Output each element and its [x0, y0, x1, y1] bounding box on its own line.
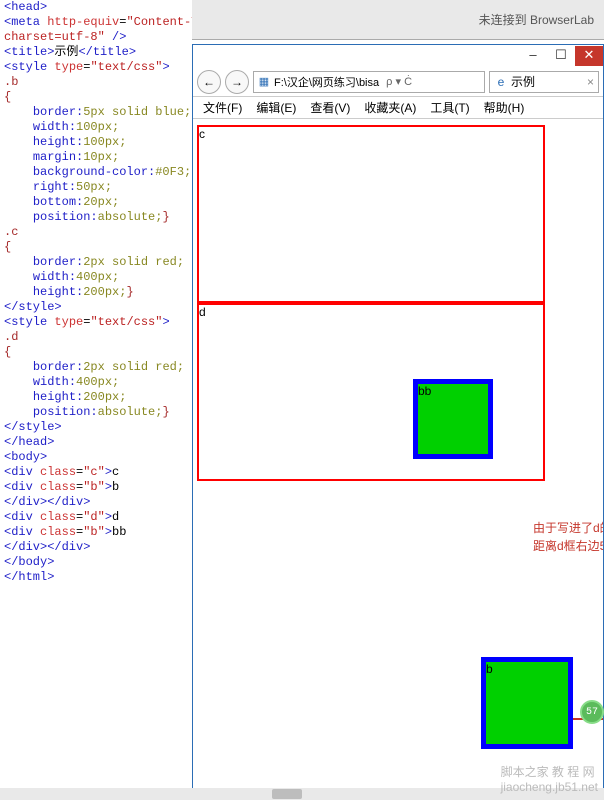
- menu-bar: 文件(F) 编辑(E) 查看(V) 收藏夹(A) 工具(T) 帮助(H): [193, 97, 603, 119]
- maximize-button[interactable]: ☐: [547, 46, 575, 66]
- ie-window: – ☐ ✕ ← → ▦ F:\汉企\网页练习\bisa ρ ▾ Ċ e: [192, 44, 604, 800]
- box-b-label: b: [486, 662, 493, 676]
- menu-favorites[interactable]: 收藏夹(A): [364, 99, 416, 116]
- page-preview: c d bb 由于写进了d的分层里面，所以距离d框右边50像素，距离下框20像素: [193, 119, 603, 799]
- scroll-thumb[interactable]: [272, 789, 302, 799]
- address-text: F:\汉企\网页练习\bisa: [274, 74, 379, 90]
- forward-button[interactable]: →: [225, 70, 249, 94]
- forward-icon: →: [231, 75, 243, 89]
- box-d: d bb: [197, 303, 545, 481]
- watermark: 脚本之家 教 程 网jiaocheng.jb51.net: [501, 763, 598, 794]
- browserlab-status: 未连接到 BrowserLab: [479, 11, 594, 28]
- box-d-label: d: [199, 305, 206, 319]
- box-bb: bb: [413, 379, 493, 459]
- menu-tools[interactable]: 工具(T): [430, 99, 469, 116]
- badge-value: 57: [586, 707, 598, 718]
- browser-tab[interactable]: e 示例 ×: [489, 71, 599, 93]
- window-titlebar: – ☐ ✕: [193, 45, 603, 67]
- address-search-controls: ρ ▾ Ċ: [383, 75, 412, 88]
- source-code-panel[interactable]: <head> <meta http-equiv="Content-Type" c…: [0, 0, 192, 800]
- menu-edit[interactable]: 编辑(E): [256, 99, 296, 116]
- address-bar[interactable]: ▦ F:\汉企\网页练习\bisa ρ ▾ Ċ: [253, 71, 485, 93]
- box-c-label: c: [199, 127, 205, 141]
- tab-close-icon[interactable]: ×: [587, 75, 594, 89]
- right-pane: 未连接到 BrowserLab – ☐ ✕ ← → ▦ F:\汉企\网页练习\b…: [192, 0, 604, 800]
- tab-title: 示例: [511, 73, 535, 90]
- box-bb-label: bb: [418, 384, 431, 398]
- floating-badge[interactable]: 57: [580, 700, 604, 724]
- box-b: b: [481, 657, 573, 749]
- close-button[interactable]: ✕: [575, 46, 603, 66]
- page-icon: ▦: [257, 75, 271, 89]
- back-icon: ←: [203, 75, 215, 89]
- annotation-1: 由于写进了d的分层里面，所以距离d框右边50像素，距离下框20像素: [533, 519, 603, 555]
- box-c: c: [197, 125, 545, 303]
- menu-file[interactable]: 文件(F): [203, 99, 242, 116]
- dreamweaver-topbar: 未连接到 BrowserLab: [192, 0, 604, 40]
- menu-help[interactable]: 帮助(H): [484, 99, 525, 116]
- nav-bar: ← → ▦ F:\汉企\网页练习\bisa ρ ▾ Ċ e 示例 ×: [193, 67, 603, 97]
- menu-view[interactable]: 查看(V): [310, 99, 350, 116]
- minimize-button[interactable]: –: [519, 46, 547, 66]
- back-button[interactable]: ←: [197, 70, 221, 94]
- ie-icon: e: [494, 75, 508, 89]
